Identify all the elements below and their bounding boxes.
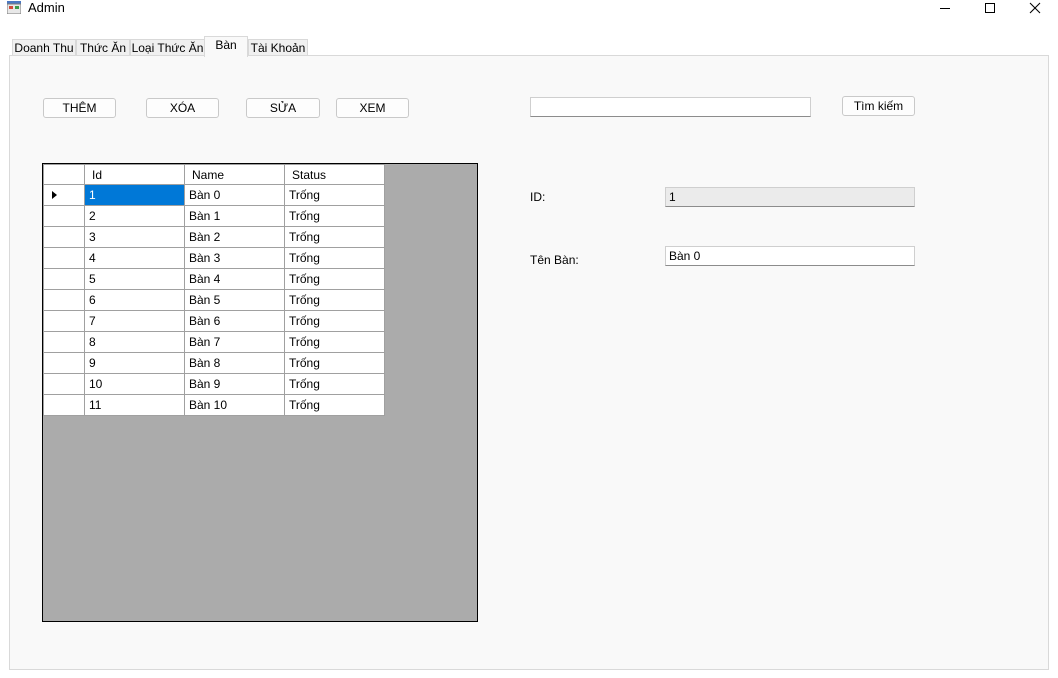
cell-id[interactable]: 11	[84, 394, 185, 416]
cell-status[interactable]: Trống	[284, 352, 385, 374]
cell-id[interactable]: 5	[84, 268, 185, 290]
table-row[interactable]: 2 Bàn 1 Trống	[43, 205, 385, 227]
edit-button[interactable]: SỬA	[246, 98, 320, 118]
tab-tai-khoan[interactable]: Tài Khoản	[248, 39, 308, 56]
app-icon	[6, 1, 22, 15]
row-header[interactable]	[43, 310, 85, 332]
cell-name[interactable]: Bàn 1	[184, 205, 285, 227]
tab-thuc-an[interactable]: Thức Ăn	[76, 39, 130, 56]
row-header-corner	[43, 164, 85, 185]
window-title: Admin	[28, 0, 65, 15]
row-header[interactable]	[43, 268, 85, 290]
cell-id[interactable]: 9	[84, 352, 185, 374]
column-header-name[interactable]: Name	[184, 164, 285, 185]
cell-name[interactable]: Bàn 4	[184, 268, 285, 290]
cell-name[interactable]: Bàn 3	[184, 247, 285, 269]
cell-id[interactable]: 6	[84, 289, 185, 311]
maximize-icon	[985, 3, 995, 13]
table-name-field[interactable]	[665, 246, 915, 266]
table-grid[interactable]: Id Name Status 1 Bàn 0 Trống 2 Bàn 1 Trống 3 Bà…	[42, 163, 478, 622]
cell-status[interactable]: Trống	[284, 373, 385, 395]
cell-id[interactable]: 10	[84, 373, 185, 395]
cell-name[interactable]: Bàn 7	[184, 331, 285, 353]
table-row[interactable]: 8 Bàn 7 Trống	[43, 331, 385, 353]
row-header[interactable]	[43, 205, 85, 227]
table-row[interactable]: 10 Bàn 9 Trống	[43, 373, 385, 395]
cell-name[interactable]: Bàn 8	[184, 352, 285, 374]
cell-id[interactable]: 3	[84, 226, 185, 248]
cell-id[interactable]: 4	[84, 247, 185, 269]
cell-name[interactable]: Bàn 5	[184, 289, 285, 311]
table-name-label: Tên Bàn:	[530, 253, 579, 267]
add-button[interactable]: THÊM	[43, 98, 116, 118]
id-field[interactable]	[665, 187, 915, 207]
cell-name[interactable]: Bàn 2	[184, 226, 285, 248]
cell-status[interactable]: Trống	[284, 226, 385, 248]
cell-id[interactable]: 1	[84, 184, 185, 206]
minimize-icon	[940, 8, 950, 9]
row-header[interactable]	[43, 394, 85, 416]
data-grid-table: Id Name Status 1 Bàn 0 Trống 2 Bàn 1 Trống 3 Bà…	[43, 164, 385, 416]
current-row-arrow-icon	[52, 191, 57, 199]
minimize-button[interactable]	[922, 0, 968, 16]
column-header-status[interactable]: Status	[284, 164, 385, 185]
cell-status[interactable]: Trống	[284, 394, 385, 416]
cell-status[interactable]: Trống	[284, 184, 385, 206]
table-row[interactable]: 9 Bàn 8 Trống	[43, 352, 385, 374]
row-header[interactable]	[43, 184, 85, 206]
header-row: Id Name Status	[43, 164, 385, 185]
search-button[interactable]: Tìm kiếm	[842, 96, 915, 116]
cell-name[interactable]: Bàn 9	[184, 373, 285, 395]
cell-status[interactable]: Trống	[284, 247, 385, 269]
table-row[interactable]: 3 Bàn 2 Trống	[43, 226, 385, 248]
cell-status[interactable]: Trống	[284, 310, 385, 332]
cell-name[interactable]: Bàn 10	[184, 394, 285, 416]
cell-name[interactable]: Bàn 0	[184, 184, 285, 206]
tab-loai-thuc-an[interactable]: Loại Thức Ăn	[130, 39, 205, 56]
row-header[interactable]	[43, 247, 85, 269]
row-header[interactable]	[43, 373, 85, 395]
search-input[interactable]	[530, 97, 811, 117]
cell-id[interactable]: 7	[84, 310, 185, 332]
row-header[interactable]	[43, 352, 85, 374]
view-button[interactable]: XEM	[336, 98, 409, 118]
tab-strip: Doanh Thu Thức Ăn Loại Thức Ăn Bàn Tài K…	[0, 36, 1058, 57]
delete-button[interactable]: XÓA	[146, 98, 219, 118]
cell-status[interactable]: Trống	[284, 268, 385, 290]
cell-status[interactable]: Trống	[284, 205, 385, 227]
row-header[interactable]	[43, 289, 85, 311]
row-header[interactable]	[43, 331, 85, 353]
cell-status[interactable]: Trống	[284, 331, 385, 353]
table-row[interactable]: 11 Bàn 10 Trống	[43, 394, 385, 416]
cell-id[interactable]: 8	[84, 331, 185, 353]
close-icon	[1029, 2, 1041, 14]
maximize-button[interactable]	[967, 0, 1013, 16]
close-button[interactable]	[1012, 0, 1058, 16]
cell-status[interactable]: Trống	[284, 289, 385, 311]
cell-id[interactable]: 2	[84, 205, 185, 227]
title-bar: Admin	[0, 0, 1058, 32]
tab-doanh-thu[interactable]: Doanh Thu	[12, 39, 76, 56]
table-row[interactable]: 5 Bàn 4 Trống	[43, 268, 385, 290]
cell-name[interactable]: Bàn 6	[184, 310, 285, 332]
row-header[interactable]	[43, 226, 85, 248]
table-row[interactable]: 7 Bàn 6 Trống	[43, 310, 385, 332]
column-header-id[interactable]: Id	[84, 164, 185, 185]
table-row[interactable]: 4 Bàn 3 Trống	[43, 247, 385, 269]
id-label: ID:	[530, 190, 546, 204]
tab-ban[interactable]: Bàn	[204, 36, 248, 57]
table-row[interactable]: 6 Bàn 5 Trống	[43, 289, 385, 311]
table-row[interactable]: 1 Bàn 0 Trống	[43, 184, 385, 206]
